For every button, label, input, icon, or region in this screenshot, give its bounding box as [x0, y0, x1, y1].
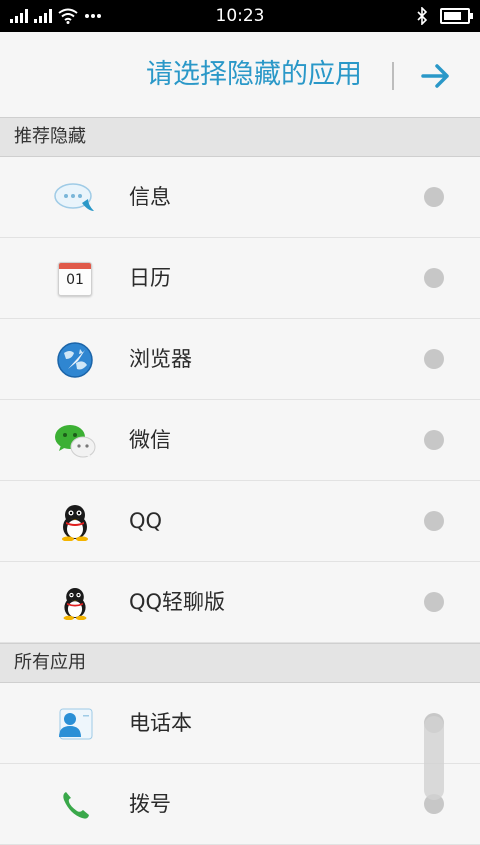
contacts-icon — [54, 703, 96, 745]
scrollbar-thumb[interactable] — [424, 716, 444, 800]
list-item-label: 微信 — [129, 428, 171, 452]
list-item-calendar[interactable]: 01 日历 — [0, 238, 480, 319]
list-item-contacts[interactable]: 电话本 — [0, 683, 480, 764]
list-item-qq[interactable]: QQ — [0, 481, 480, 562]
arrow-right-icon — [421, 64, 449, 88]
calendar-icon: 01 — [54, 258, 96, 300]
section-header-recommended: 推荐隐藏 — [0, 117, 480, 157]
list-item-label: 日历 — [129, 266, 171, 290]
header: 请选择隐藏的应用 — [0, 32, 480, 118]
list-item-qq-lite[interactable]: QQ轻聊版 — [0, 562, 480, 643]
list-item-label: 拨号 — [129, 792, 171, 816]
status-bar: 10:23 — [0, 0, 480, 32]
wechat-icon — [54, 420, 96, 462]
dialer-icon — [54, 784, 96, 826]
section-header-all-apps: 所有应用 — [0, 643, 480, 683]
messages-icon — [54, 177, 96, 219]
list-item-label: 浏览器 — [129, 347, 192, 371]
list-item-browser[interactable]: 浏览器 — [0, 319, 480, 400]
section-title: 推荐隐藏 — [14, 126, 86, 147]
list-item-dialer[interactable]: 拨号 — [0, 764, 480, 845]
page-title: 请选择隐藏的应用 — [146, 59, 362, 90]
select-radio[interactable] — [424, 349, 444, 369]
list-item-label: 电话本 — [129, 711, 192, 735]
list-item-label: QQ — [129, 509, 163, 533]
browser-icon — [54, 339, 96, 381]
list-item-label: 信息 — [129, 185, 171, 209]
select-radio[interactable] — [424, 511, 444, 531]
select-radio[interactable] — [424, 592, 444, 612]
select-radio[interactable] — [424, 187, 444, 207]
list-item-wechat[interactable]: 微信 — [0, 400, 480, 481]
qq-lite-icon — [54, 582, 96, 624]
header-divider — [392, 62, 394, 90]
next-button[interactable] — [412, 54, 460, 98]
status-right — [416, 0, 473, 32]
section-title: 所有应用 — [14, 652, 86, 673]
list-item-messages[interactable]: 信息 — [0, 157, 480, 238]
status-time: 10:23 — [215, 6, 265, 26]
calendar-icon-day: 01 — [66, 272, 84, 288]
select-radio[interactable] — [424, 430, 444, 450]
battery-icon — [440, 8, 473, 24]
select-radio[interactable] — [424, 268, 444, 288]
list-item-label: QQ轻聊版 — [129, 590, 226, 614]
bluetooth-icon — [417, 7, 428, 25]
qq-penguin-icon — [54, 501, 96, 543]
